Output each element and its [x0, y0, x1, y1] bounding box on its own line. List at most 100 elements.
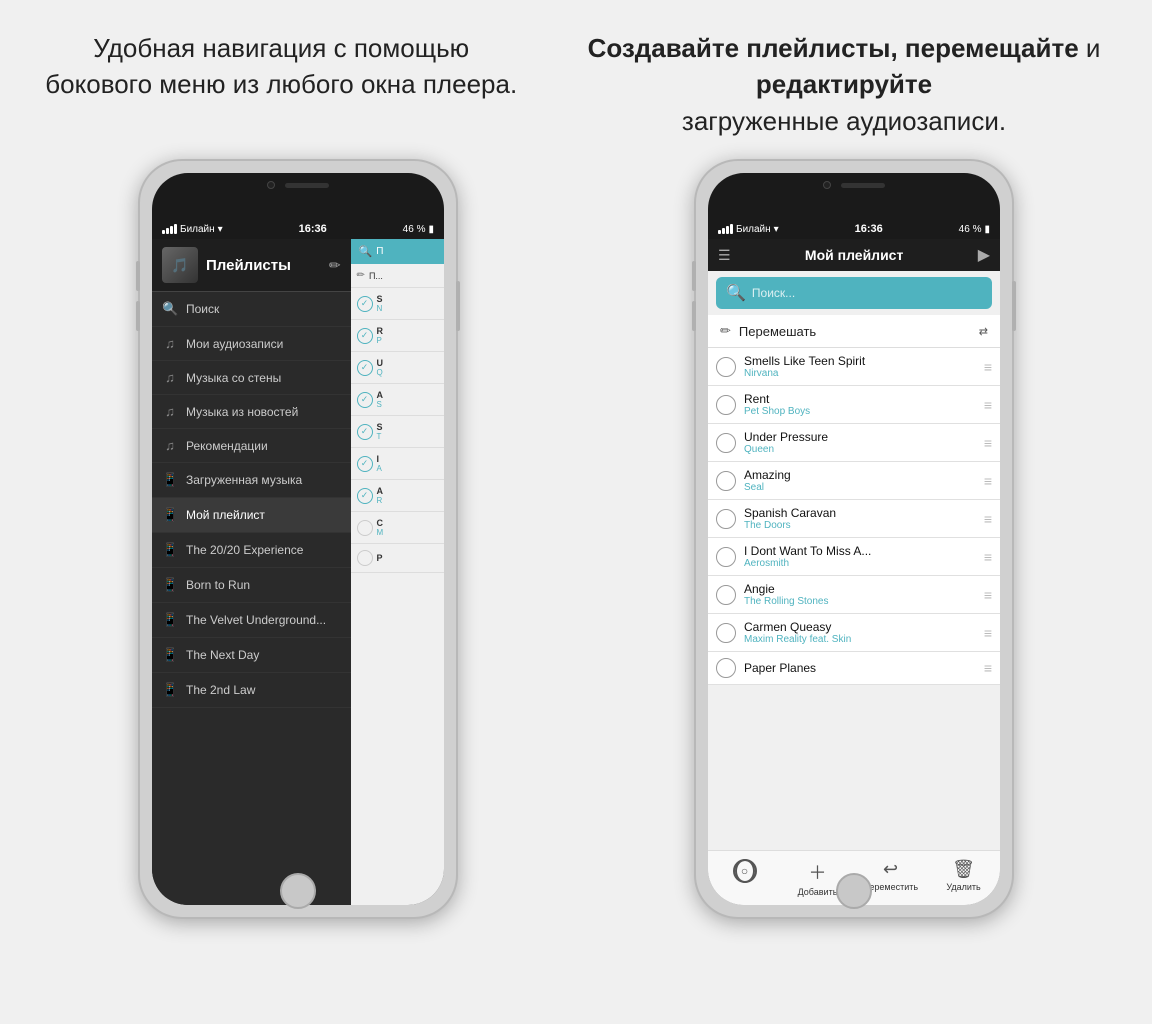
drag-handle-4[interactable]: ≡ — [984, 473, 992, 489]
peek-panel: 🔍 П ✏ П... ✓ SN ✓ RP — [351, 239, 444, 905]
power-button-r[interactable] — [1012, 281, 1016, 331]
sidebar-item-downloaded[interactable]: 📱 Загруженная музыка — [152, 463, 351, 498]
peek-item-5: ✓ ST — [351, 416, 444, 448]
sidebar: 🎵 Плейлисты ✏ 🔍 Поиск ♫ Мои аудиозаписи — [152, 239, 351, 905]
track-radio-7[interactable] — [716, 585, 736, 605]
drag-handle-6[interactable]: ≡ — [984, 549, 992, 565]
search-bar[interactable]: 🔍 Поиск... — [716, 277, 992, 309]
avatar: 🎵 — [162, 247, 198, 283]
battery-icon-r: ▮ — [984, 224, 990, 235]
right-headline: Создавайте плейлисты, перемещайте и реда… — [576, 30, 1112, 139]
sidebar-item-next-day[interactable]: 📱 The Next Day — [152, 638, 351, 673]
carrier-label-r: Билайн — [736, 224, 771, 235]
recommendations-label: Рекомендации — [186, 439, 268, 453]
vol-down-button-r[interactable] — [692, 301, 696, 331]
downloaded-label: Загруженная музыка — [186, 473, 302, 487]
peek-item-8: CM — [351, 512, 444, 544]
sidebar-item-velvet[interactable]: 📱 The Velvet Underground... — [152, 603, 351, 638]
next-day-label: The Next Day — [186, 648, 259, 662]
sidebar-item-search[interactable]: 🔍 Поиск — [152, 292, 351, 327]
phone-icon4: 📱 — [162, 577, 178, 593]
time-label: 16:36 — [299, 223, 327, 235]
vol-up-button[interactable] — [136, 261, 140, 291]
shuffle-label: Перемешать — [739, 324, 971, 339]
drag-handle-8[interactable]: ≡ — [984, 625, 992, 641]
search-placeholder: Поиск... — [752, 286, 795, 300]
track-artist-3: Queen — [744, 444, 976, 455]
sidebar-item-recommendations[interactable]: ♫ Рекомендации — [152, 429, 351, 463]
playlist-title: Мой плейлист — [731, 247, 978, 263]
track-name-8: Carmen Queasy — [744, 620, 976, 634]
music-icon4: ♫ — [162, 438, 178, 453]
drag-handle-9[interactable]: ≡ — [984, 660, 992, 676]
left-headline: Удобная навигация с помощью бокового мен… — [40, 30, 522, 139]
news-music-label: Музыка из новостей — [186, 405, 298, 419]
track-item-7[interactable]: Angie The Rolling Stones ≡ — [708, 576, 1000, 614]
track-radio-4[interactable] — [716, 471, 736, 491]
track-item-8[interactable]: Carmen Queasy Maxim Reality feat. Skin ≡ — [708, 614, 1000, 652]
track-item-9[interactable]: Paper Planes ≡ — [708, 652, 1000, 685]
drag-handle-2[interactable]: ≡ — [984, 397, 992, 413]
my-playlist-label: Мой плейлист — [186, 508, 265, 522]
track-radio-9[interactable] — [716, 658, 736, 678]
vol-down-button[interactable] — [136, 301, 140, 331]
track-item-6[interactable]: I Dont Want To Miss A... Aerosmith ≡ — [708, 538, 1000, 576]
peek-item-4: ✓ AS — [351, 384, 444, 416]
right-middle: и — [1079, 33, 1101, 63]
track-name-2: Rent — [744, 392, 976, 406]
play-icon[interactable]: ▶ — [978, 245, 990, 265]
sidebar-item-born-to-run[interactable]: 📱 Born to Run — [152, 568, 351, 603]
track-item-4[interactable]: Amazing Seal ≡ — [708, 462, 1000, 500]
track-item-5[interactable]: Spanish Caravan The Doors ≡ — [708, 500, 1000, 538]
battery-label-r: 46 % — [959, 224, 982, 235]
track-list: Smells Like Teen Spirit Nirvana ≡ Rent P… — [708, 348, 1000, 850]
shuffle-icon: ⇄ — [979, 325, 988, 338]
music-icon3: ♫ — [162, 404, 178, 419]
home-button[interactable] — [280, 873, 316, 909]
track-radio-1[interactable] — [716, 357, 736, 377]
track-name-7: Angie — [744, 582, 976, 596]
sidebar-item-wall-music[interactable]: ♫ Музыка со стены — [152, 361, 351, 395]
shuffle-row[interactable]: ✏ Перемешать ⇄ — [708, 315, 1000, 348]
right-normal: загруженные аудиозаписи. — [682, 106, 1006, 136]
track-item-3[interactable]: Under Pressure Queen ≡ — [708, 424, 1000, 462]
sidebar-item-my-audio[interactable]: ♫ Мои аудиозаписи — [152, 327, 351, 361]
peek-item-3: ✓ UQ — [351, 352, 444, 384]
drag-handle-5[interactable]: ≡ — [984, 511, 992, 527]
speaker-r — [841, 183, 885, 188]
sidebar-item-2nd-law[interactable]: 📱 The 2nd Law — [152, 673, 351, 708]
track-radio-5[interactable] — [716, 509, 736, 529]
add-icon: ＋ — [809, 859, 827, 885]
track-artist-5: The Doors — [744, 520, 976, 531]
battery-icon: ▮ — [428, 224, 434, 235]
sidebar-header: 🎵 Плейлисты ✏ — [152, 239, 351, 292]
track-radio-8[interactable] — [716, 623, 736, 643]
track-radio-6[interactable] — [716, 547, 736, 567]
playlist-header: ☰ Мой плейлист ▶ — [708, 239, 1000, 271]
edit-button[interactable]: ✏ — [329, 257, 341, 274]
home-button-r[interactable] — [836, 873, 872, 909]
delete-icon: 🗑 — [952, 859, 975, 880]
power-button[interactable] — [456, 281, 460, 331]
drag-handle-1[interactable]: ≡ — [984, 359, 992, 375]
right-bold1: Создавайте плейлисты, перемещайте — [588, 33, 1079, 63]
sidebar-item-2020[interactable]: 📱 The 20/20 Experience — [152, 533, 351, 568]
camera-r — [823, 181, 831, 189]
track-item-1[interactable]: Smells Like Teen Spirit Nirvana ≡ — [708, 348, 1000, 386]
track-artist-2: Pet Shop Boys — [744, 406, 976, 417]
delete-button[interactable]: 🗑 Удалить — [927, 855, 1000, 901]
drag-handle-7[interactable]: ≡ — [984, 587, 992, 603]
circle-icon: ○ — [733, 859, 757, 883]
status-bar: Билайн ▾ 16:36 46 % ▮ — [152, 219, 444, 239]
track-radio-2[interactable] — [716, 395, 736, 415]
sidebar-item-news-music[interactable]: ♫ Музыка из новостей — [152, 395, 351, 429]
track-radio-3[interactable] — [716, 433, 736, 453]
drag-handle-3[interactable]: ≡ — [984, 435, 992, 451]
vol-up-button-r[interactable] — [692, 261, 696, 291]
delete-label: Удалить — [946, 882, 980, 892]
sidebar-item-my-playlist[interactable]: 📱 Мой плейлист — [152, 498, 351, 533]
burger-icon[interactable]: ☰ — [718, 247, 731, 264]
track-item-2[interactable]: Rent Pet Shop Boys ≡ — [708, 386, 1000, 424]
circle-button[interactable]: ○ — [708, 855, 781, 901]
add-label: Добавить — [798, 887, 838, 897]
